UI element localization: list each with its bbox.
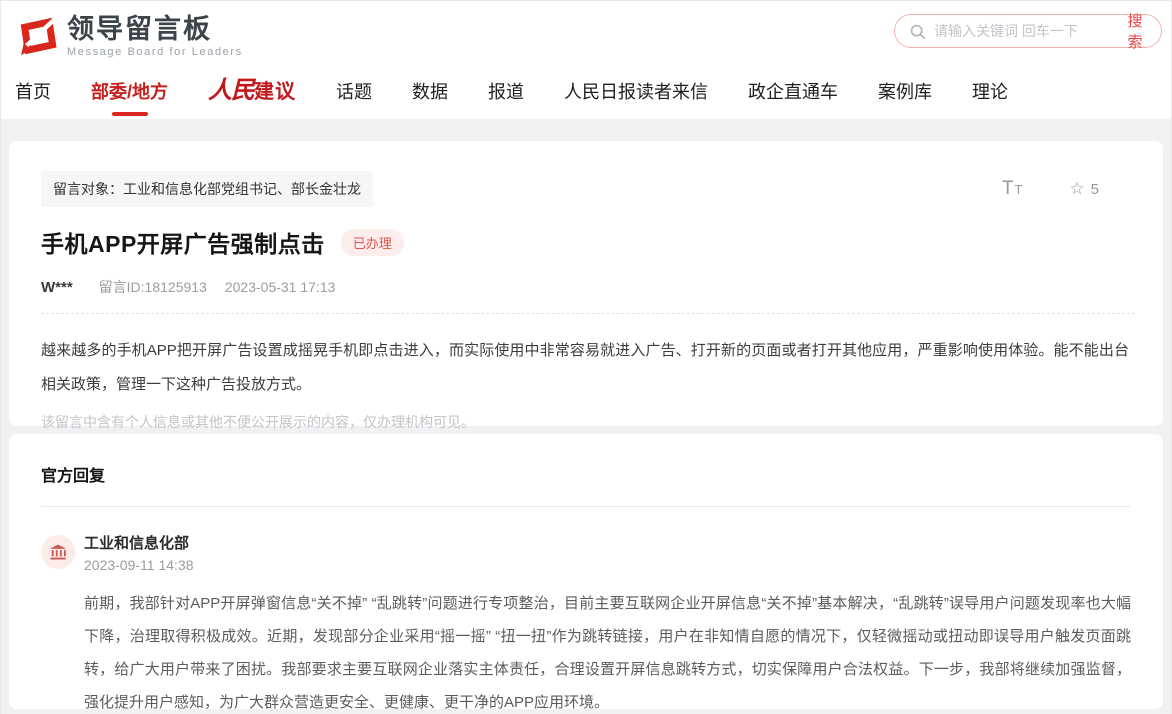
favorite-count: 5 — [1091, 181, 1099, 198]
message-author: W*** — [41, 279, 73, 296]
status-badge: 已办理 — [341, 229, 404, 256]
privacy-notice: 该留言中含有个人信息或其他不便公开展示的内容，仅办理机构可见。 — [41, 412, 1135, 432]
nav-item-theory[interactable]: 理论 — [972, 79, 1008, 105]
logo-icon — [15, 13, 57, 59]
nav-item-buwei-difang[interactable]: 部委/地方 — [91, 79, 168, 105]
logo-subtitle: Message Board for Leaders — [67, 46, 243, 58]
reply-divider — [41, 506, 1131, 507]
brand-block-text: 建议 — [254, 81, 296, 103]
official-reply-card: 官方回复 工业和信息化部 2023-09-11 14:38 前期，我部针对APP… — [9, 434, 1163, 709]
government-building-icon — [48, 542, 68, 562]
reply-body: 前期，我部针对APP开屏弹窗信息“关不掉” “乱跳转”问题进行专项整治，目前主要… — [84, 587, 1131, 709]
nav-item-topics[interactable]: 话题 — [336, 79, 372, 105]
search-icon — [909, 23, 926, 40]
reply-timestamp: 2023-09-11 14:38 — [84, 557, 194, 573]
reply-org-name: 工业和信息化部 — [84, 535, 194, 552]
nav-item-case-library[interactable]: 案例库 — [878, 79, 932, 105]
font-size-large-glyph: T — [1002, 178, 1015, 199]
main-nav: 首页 部委/地方 人民建议 话题 数据 报道 人民日报读者来信 政企直通车 案例… — [15, 77, 1008, 105]
page-body: 留言对象：工业和信息化部党组书记、部长金壮龙 TT ☆ 5 手机APP开屏广告强… — [1, 119, 1171, 714]
favorite-control[interactable]: ☆ 5 — [1069, 179, 1099, 199]
message-card: 留言对象：工业和信息化部党组书记、部长金壮龙 TT ☆ 5 手机APP开屏广告强… — [9, 141, 1163, 426]
nav-item-gov-enterprise[interactable]: 政企直通车 — [748, 79, 838, 105]
logo-title: 领导留言板 — [67, 14, 243, 44]
reply-section-title: 官方回复 — [41, 462, 1131, 486]
brand-script-text: 人民 — [208, 75, 254, 104]
message-timestamp: 2023-05-31 17:13 — [225, 279, 336, 295]
nav-item-renmin-jianyi[interactable]: 人民建议 — [208, 77, 296, 105]
nav-item-data[interactable]: 数据 — [412, 79, 448, 105]
message-id: 留言ID:18125913 — [99, 277, 207, 297]
message-title: 手机APP开屏广告强制点击 — [41, 225, 325, 259]
message-target-tag: 留言对象：工业和信息化部党组书记、部长金壮龙 — [41, 171, 373, 207]
search-input[interactable] — [934, 23, 1115, 39]
site-header: 领导留言板 Message Board for Leaders 搜索 首页 部委… — [1, 1, 1171, 119]
nav-item-reports[interactable]: 报道 — [488, 79, 524, 105]
nav-item-reader-letters[interactable]: 人民日报读者来信 — [564, 79, 708, 105]
search-box[interactable]: 搜索 — [894, 14, 1162, 48]
font-size-toggle[interactable]: TT — [1002, 178, 1024, 200]
org-avatar — [41, 535, 75, 569]
site-logo[interactable]: 领导留言板 Message Board for Leaders — [15, 13, 243, 59]
search-button[interactable]: 搜索 — [1115, 10, 1147, 52]
nav-item-home[interactable]: 首页 — [15, 79, 51, 105]
font-size-small-glyph: T — [1014, 182, 1023, 197]
star-icon: ☆ — [1069, 179, 1084, 199]
message-body: 越来越多的手机APP把开屏广告设置成摇晃手机即点击进入，而实际使用中非常容易就进… — [41, 334, 1135, 402]
